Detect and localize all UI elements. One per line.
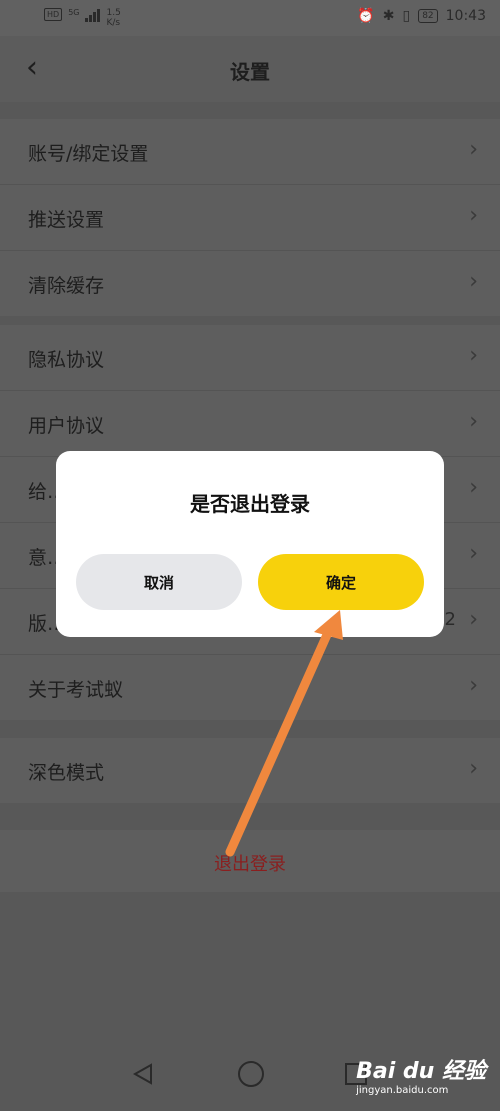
watermark-url: jingyan.baidu.com [356,1085,449,1096]
nav-home-icon[interactable] [238,1061,264,1087]
watermark-logo: Bai du 经验 [356,1059,486,1084]
baidu-jingyan-watermark: Bai du 经验 jingyan.baidu.com [356,1053,486,1096]
nav-back-icon[interactable] [132,1063,154,1085]
orange-arrow-icon [225,610,343,857]
